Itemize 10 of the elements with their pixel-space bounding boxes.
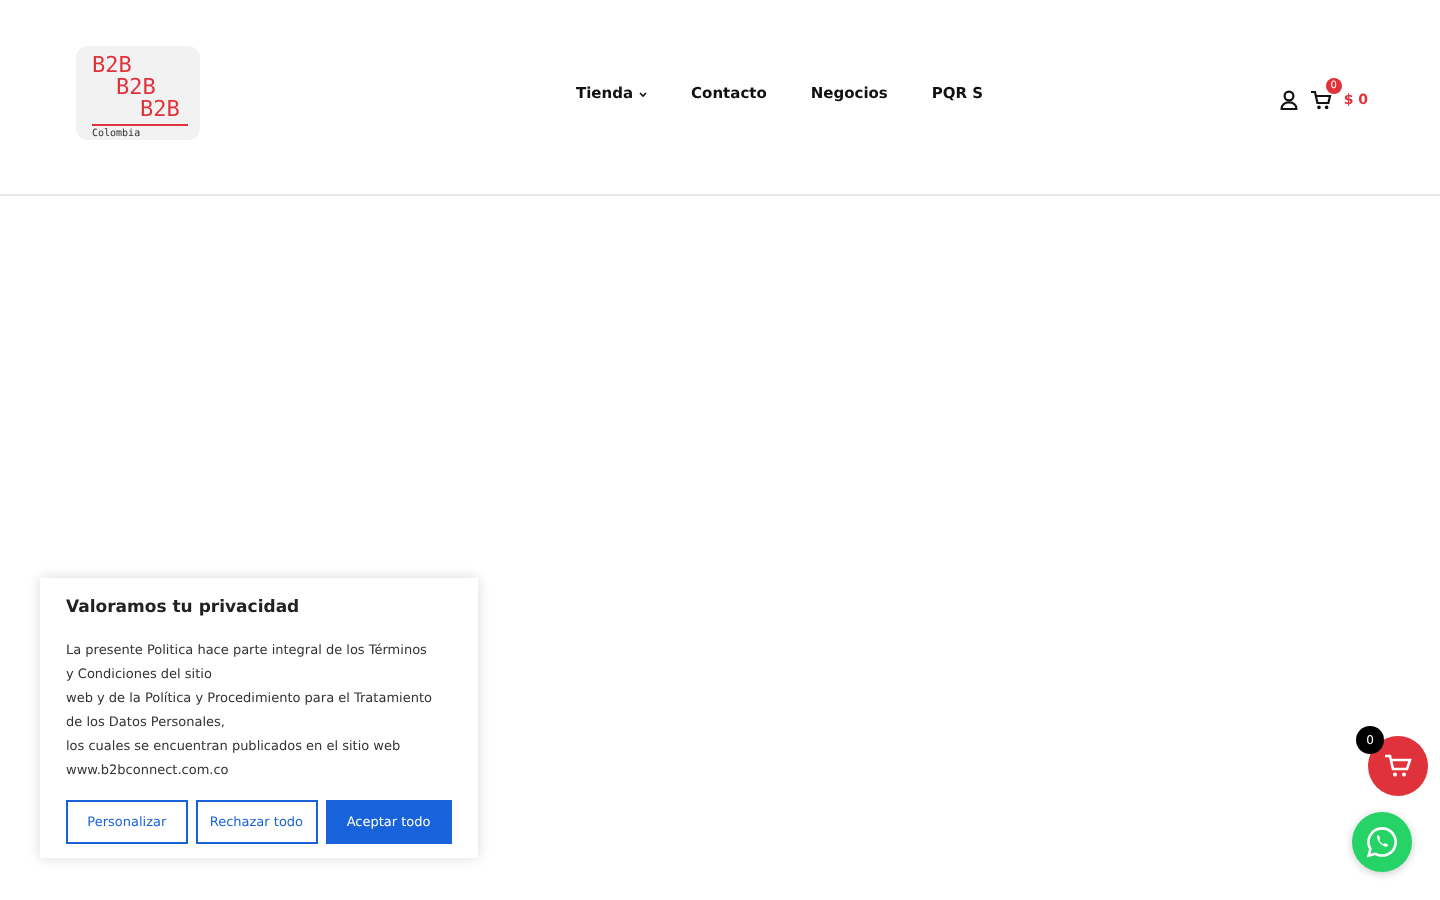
cart-icon[interactable] (1309, 89, 1332, 109)
user-icon[interactable] (1279, 89, 1298, 109)
floating-cart-button[interactable] (1368, 736, 1428, 796)
logo-text: B2B (116, 76, 156, 98)
chat-phone-icon (1366, 826, 1398, 858)
chevron-down-icon (637, 89, 648, 97)
logo-text: B2B (140, 98, 182, 120)
banner-title: Valoramos tu privacidad (66, 598, 302, 618)
cart-icon (1384, 754, 1412, 778)
logo-text: B2B (92, 54, 132, 76)
